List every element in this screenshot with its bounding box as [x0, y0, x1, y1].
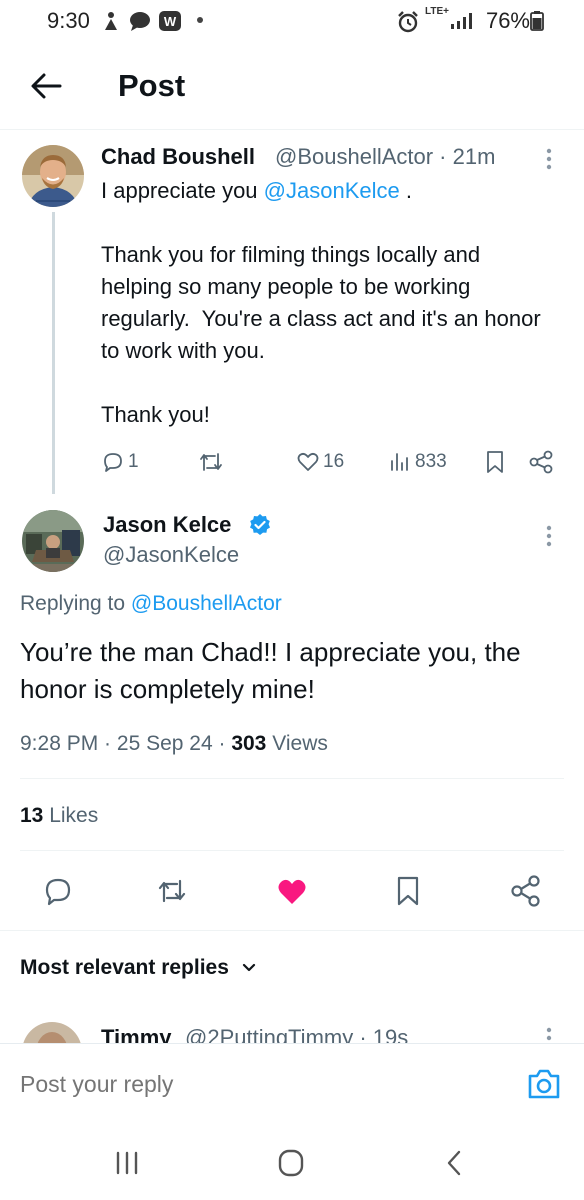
tweet-text: You’re the man Chad!! I appreciate you, …	[20, 637, 521, 704]
heart-filled-icon[interactable]	[276, 877, 308, 907]
views-label: Views	[272, 732, 328, 755]
more-options-icon[interactable]	[546, 1026, 552, 1044]
reply-compose-bar	[0, 1043, 584, 1127]
share-icon[interactable]	[528, 449, 554, 475]
like-button[interactable]: 16	[296, 450, 344, 474]
author-name[interactable]: Timmy	[101, 1025, 172, 1044]
reply-preview[interactable]: Timmy @2PuttingTimmy · 19s	[0, 1018, 584, 1044]
mention-link[interactable]: @JasonKelce	[264, 178, 400, 203]
dot-icon	[197, 17, 203, 23]
repost-button[interactable]	[198, 450, 224, 474]
back-arrow-icon[interactable]	[28, 68, 64, 104]
bookmark-icon[interactable]	[484, 450, 506, 474]
views-count: 303	[231, 732, 267, 755]
verified-badge-icon[interactable]	[248, 513, 272, 537]
notification-app-icon	[105, 12, 117, 30]
author-name[interactable]: Chad Boushell	[101, 144, 255, 170]
camera-icon[interactable]	[527, 1068, 561, 1100]
message-icon	[130, 12, 150, 31]
chevron-down-icon	[242, 964, 255, 972]
status-time: 9:30	[47, 8, 90, 33]
bookmark-icon[interactable]	[394, 875, 422, 907]
views-icon	[391, 453, 408, 471]
author-handle-time[interactable]: @BoushellActor · 21m	[275, 144, 495, 170]
tweet-date[interactable]: 25 Sep 24	[117, 732, 213, 755]
author-name[interactable]: Jason Kelce	[103, 512, 231, 538]
thread-line	[52, 212, 55, 494]
header: Post	[0, 42, 584, 130]
battery-icon	[530, 11, 544, 31]
replies-sort-label: Most relevant replies	[20, 956, 229, 979]
battery-percent: 76%	[485, 8, 530, 33]
reply-icon[interactable]	[43, 876, 73, 906]
like-count: 16	[323, 451, 345, 472]
avatar[interactable]	[22, 145, 84, 207]
divider	[0, 930, 584, 931]
tweet-time[interactable]: 9:28 PM	[20, 732, 98, 755]
share-icon[interactable]	[510, 874, 542, 908]
heart-icon	[297, 452, 319, 471]
avatar[interactable]	[22, 510, 84, 572]
reply-count: 1	[128, 451, 139, 472]
likes-count: 13	[20, 804, 44, 827]
divider	[20, 850, 564, 851]
likes-label: Likes	[49, 804, 99, 827]
tweet-meta: 9:28 PM · 25 Sep 24 · 303 Views	[20, 732, 328, 755]
more-options-icon[interactable]	[546, 524, 552, 548]
system-navigation-bar	[0, 1127, 584, 1200]
reply-icon	[104, 453, 122, 472]
tweet-text: I appreciate you @JasonKelce . Thank you…	[101, 175, 551, 431]
avatar[interactable]	[22, 1022, 82, 1044]
signal-icon	[451, 13, 472, 29]
tweet-text-part: . Thank you for filming things locally a…	[101, 178, 541, 427]
replying-to: Replying to @BoushellActor	[20, 592, 282, 616]
network-type: LTE+	[425, 6, 449, 17]
more-options-icon[interactable]	[546, 147, 552, 171]
replying-to-handle[interactable]: @BoushellActor	[131, 592, 282, 615]
replies-sort-dropdown[interactable]: Most relevant replies	[20, 956, 257, 980]
views-count: 833	[415, 451, 447, 472]
reply-button[interactable]: 1	[101, 450, 139, 474]
back-nav-icon[interactable]	[444, 1148, 464, 1178]
alarm-icon	[398, 11, 418, 33]
w-app-icon: W	[159, 11, 181, 31]
views-button[interactable]: 833	[388, 450, 447, 474]
repost-icon[interactable]	[156, 876, 188, 906]
status-bar: 9:30 W LTE+ 76%	[0, 0, 584, 42]
author-handle[interactable]: @JasonKelce	[103, 542, 239, 568]
likes-summary[interactable]: 13 Likes	[20, 804, 98, 828]
svg-text:W: W	[164, 14, 177, 29]
divider	[20, 778, 564, 779]
tweet-text-part: I appreciate you	[101, 178, 264, 203]
replying-to-label: Replying to	[20, 592, 131, 615]
home-icon[interactable]	[277, 1148, 305, 1178]
author-handle-time[interactable]: @2PuttingTimmy · 19s	[185, 1025, 408, 1044]
recent-apps-icon[interactable]	[114, 1150, 140, 1176]
reply-input[interactable]	[20, 1071, 316, 1098]
repost-icon	[200, 453, 222, 471]
page-title: Post	[118, 68, 186, 103]
